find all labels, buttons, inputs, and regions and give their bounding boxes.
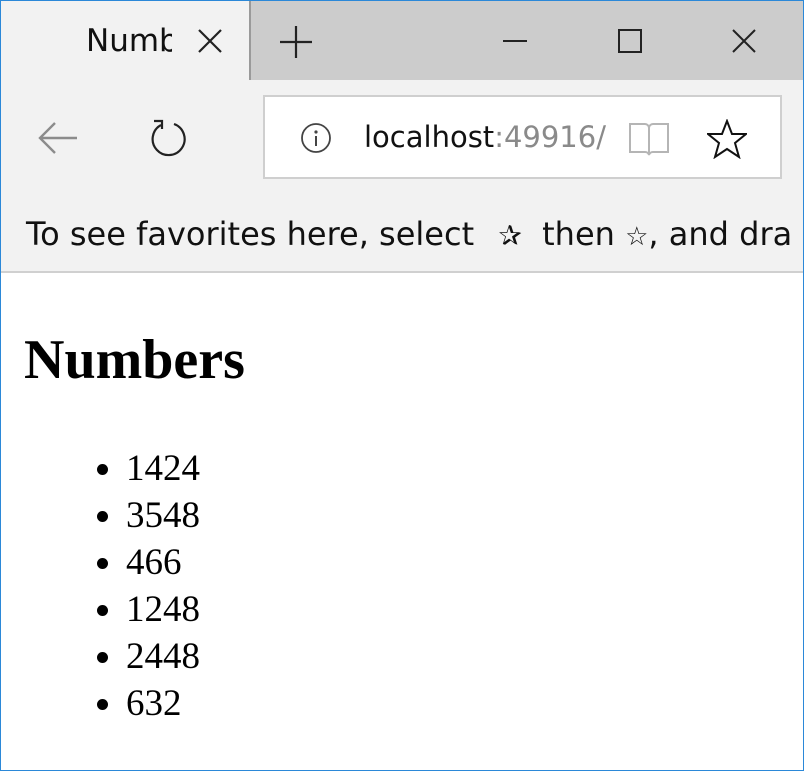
maximize-icon [618,29,642,53]
plus-icon [280,26,312,58]
book-icon [629,123,669,156]
list-item: 632 [125,680,200,727]
reading-view-button[interactable] [627,119,671,159]
url-port-path: :49916/ [494,120,606,154]
list-item: 3548 [125,492,200,539]
tab-active[interactable]: Numb [1,1,251,80]
back-button[interactable] [34,114,82,162]
back-arrow-icon [38,122,77,154]
close-window-button[interactable] [722,21,766,61]
info-icon [301,123,331,153]
new-tab-button[interactable] [277,23,315,61]
browser-window: Numb localhost:49916/ To see favorites h… [0,0,804,771]
url-host: localhost [364,120,495,154]
star-icon: ☆ [625,222,649,252]
add-favorite-button[interactable] [705,117,749,161]
address-bar[interactable]: localhost:49916/ [263,95,782,179]
favorites-hub-icon: ✰ [498,219,522,252]
favorites-hint-text-1: To see favorites here, select [26,215,475,253]
numbers-list: 1424 3548 466 1248 2448 632 [125,445,200,727]
title-bar: Numb [1,1,803,80]
minimize-button[interactable] [493,21,537,61]
list-item: 466 [125,539,200,586]
url-text: localhost:49916/ [364,117,606,157]
page-title: Numbers [24,329,245,391]
minimize-icon [503,40,527,42]
close-icon [732,29,756,53]
maximize-button[interactable] [608,21,652,61]
tab-close-button[interactable] [194,25,226,57]
refresh-button[interactable] [144,114,192,162]
favorites-hint-text-2: then [542,215,615,253]
list-item: 1424 [125,445,200,492]
tab-title: Numb [86,23,172,59]
site-info-button[interactable] [299,121,333,155]
favorites-bar: To see favorites here, select ✰ then ☆, an… [1,196,803,273]
favorites-hint-text-3: , and dra [648,215,793,253]
navigation-bar: localhost:49916/ [1,80,803,196]
list-item: 2448 [125,633,200,680]
refresh-icon [151,119,186,157]
star-icon [707,119,747,159]
close-icon [198,29,222,53]
list-item: 1248 [125,586,200,633]
favorites-hint: To see favorites here, select ✰ then ☆, an… [26,214,792,254]
page-content: Numbers 1424 3548 466 1248 2448 632 [1,273,803,770]
